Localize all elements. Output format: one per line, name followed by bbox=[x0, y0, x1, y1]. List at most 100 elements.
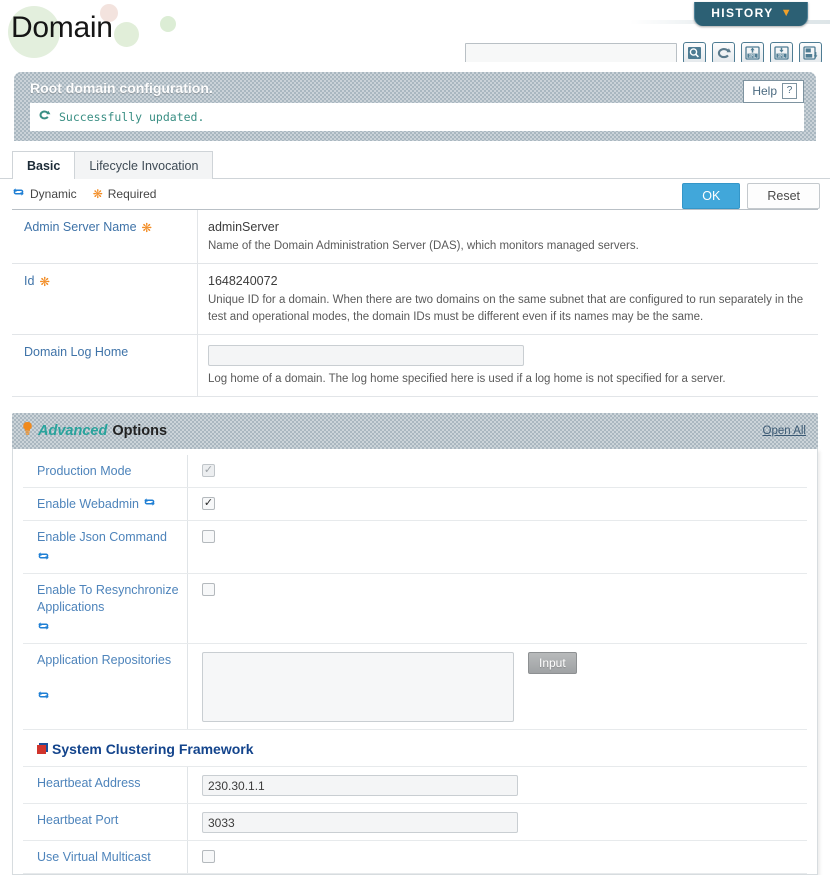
form-row-domain-log-home: Domain Log Home Log home of a domain. Th… bbox=[12, 334, 818, 398]
advanced-row-use-virtual-multicast: Use Virtual Multicast bbox=[23, 841, 807, 874]
advanced-label-text: Production Mode bbox=[37, 464, 132, 479]
chevron-down-icon: ▼ bbox=[780, 6, 793, 19]
form-actions: OK Reset bbox=[682, 183, 820, 209]
heartbeat-address-input[interactable] bbox=[202, 775, 518, 797]
advanced-label-heartbeat-port: Heartbeat Port bbox=[23, 804, 188, 841]
heartbeat-port-input[interactable] bbox=[202, 812, 518, 834]
dynamic-refresh-icon bbox=[37, 550, 50, 566]
form-label-admin-server-name: Admin Server Name ❋ bbox=[12, 210, 198, 264]
advanced-options-text: Options bbox=[112, 422, 168, 439]
open-all-link[interactable]: Open All bbox=[763, 425, 806, 437]
search-icon[interactable] bbox=[683, 42, 706, 62]
advanced-value-enable-webadmin: ✓ bbox=[188, 488, 807, 520]
advanced-row-heartbeat-address: Heartbeat Address bbox=[23, 767, 807, 805]
reset-button[interactable]: Reset bbox=[747, 183, 820, 209]
advanced-label-application-repositories: Application Repositories bbox=[23, 644, 188, 730]
export-icon[interactable] bbox=[799, 42, 822, 62]
form-description: Name of the Domain Administration Server… bbox=[208, 240, 639, 252]
legend-required-label: Required bbox=[107, 186, 157, 201]
tab-basic[interactable]: Basic bbox=[12, 151, 76, 180]
advanced-row-production-mode: Production Mode ✓ bbox=[23, 455, 807, 489]
tab-bar: Basic Lifecycle Invocation bbox=[12, 151, 830, 180]
form-value-text: 1648240072 bbox=[208, 274, 278, 289]
search-toolbar: XML XML bbox=[465, 42, 822, 62]
advanced-options-header: Advanced Options Open All bbox=[12, 413, 818, 449]
form-value-admin-server-name: adminServer Name of the Domain Administr… bbox=[198, 210, 818, 263]
history-button[interactable]: HISTORY ▼ bbox=[694, 2, 808, 26]
message-panel: Root domain configuration. Help ? Succes… bbox=[14, 72, 816, 141]
advanced-label-text: Application Repositories bbox=[37, 653, 172, 668]
advanced-value-heartbeat-port bbox=[188, 804, 807, 840]
domain-log-home-input[interactable] bbox=[208, 344, 524, 366]
advanced-value-use-virtual-multicast bbox=[188, 841, 807, 873]
advanced-options-panel: Advanced Options Open All Production Mod… bbox=[12, 413, 818, 875]
advanced-label-enable-webadmin: Enable Webadmin bbox=[23, 488, 188, 521]
form-label-text: Domain Log Home bbox=[24, 344, 129, 359]
advanced-value-application-repositories: Input bbox=[188, 644, 807, 729]
advanced-emphasis-text: Advanced bbox=[38, 422, 108, 439]
form-row-admin-server-name: Admin Server Name ❋ adminServer Name of … bbox=[12, 210, 818, 265]
enable-webadmin-checkbox[interactable]: ✓ bbox=[202, 497, 215, 511]
reload-icon[interactable] bbox=[712, 42, 735, 62]
legend-required: ❋ Required bbox=[93, 187, 157, 201]
tab-basic-label: Basic bbox=[27, 159, 61, 173]
svg-text:XML: XML bbox=[778, 53, 786, 58]
advanced-label-enable-to-resynchronize-applications: Enable To Resynchronize Applications bbox=[23, 574, 188, 644]
advanced-row-enable-webadmin: Enable Webadmin ✓ bbox=[23, 488, 807, 522]
message-panel-title: Root domain configuration. bbox=[30, 80, 213, 96]
enable-json-command-checkbox[interactable] bbox=[202, 530, 215, 544]
page-header: Domain HISTORY ▼ XML XML bbox=[0, 0, 830, 62]
ok-button[interactable]: OK bbox=[682, 183, 741, 209]
tab-lifecycle-invocation-label: Lifecycle Invocation bbox=[89, 159, 199, 173]
advanced-value-enable-to-resynchronize-applications bbox=[188, 574, 807, 643]
advanced-label-text: Heartbeat Address bbox=[37, 776, 141, 791]
advanced-row-enable-to-resynchronize-applications: Enable To Resynchronize Applications bbox=[23, 574, 807, 645]
history-button-label: HISTORY bbox=[711, 6, 774, 20]
refresh-icon bbox=[38, 109, 51, 125]
dynamic-refresh-icon bbox=[143, 496, 156, 512]
tab-lifecycle-invocation[interactable]: Lifecycle Invocation bbox=[74, 151, 214, 179]
form-label-text: Admin Server Name bbox=[24, 220, 137, 234]
xml-upload-icon[interactable]: XML bbox=[741, 42, 764, 62]
application-repositories-textarea[interactable] bbox=[202, 652, 514, 723]
legend-dynamic: Dynamic bbox=[12, 186, 77, 201]
enable-to-resynchronize-applications-checkbox[interactable] bbox=[202, 583, 215, 597]
input-button[interactable]: Input bbox=[528, 652, 577, 675]
page-title: Domain bbox=[11, 11, 113, 44]
form-value-domain-log-home: Log home of a domain. The log home speci… bbox=[198, 335, 818, 396]
advanced-label-enable-json-command: Enable Json Command bbox=[23, 521, 188, 574]
advanced-label-text: Enable Webadmin bbox=[37, 497, 139, 512]
status-message: Successfully updated. bbox=[30, 103, 804, 131]
advanced-label-text: Enable Json Command bbox=[37, 530, 167, 545]
decorative-circle-small bbox=[160, 16, 176, 32]
svg-text:XML: XML bbox=[749, 53, 757, 58]
dynamic-refresh-icon bbox=[12, 186, 25, 201]
help-button-label: Help bbox=[752, 84, 777, 98]
section-header-text: System Clustering Framework bbox=[52, 741, 254, 758]
required-asterisk-icon: ❋ bbox=[39, 275, 50, 290]
form-description: Log home of a domain. The log home speci… bbox=[208, 372, 726, 385]
status-message-text: Successfully updated. bbox=[59, 110, 205, 124]
legend-dynamic-label: Dynamic bbox=[30, 186, 77, 201]
question-icon: ? bbox=[782, 83, 797, 99]
cluster-icon bbox=[37, 744, 46, 754]
form-value-text: adminServer bbox=[208, 220, 279, 234]
form-value-id: 1648240072 Unique ID for a domain. When … bbox=[198, 264, 818, 334]
advanced-value-production-mode: ✓ bbox=[188, 455, 807, 487]
advanced-label-text: Use Virtual Multicast bbox=[37, 850, 151, 865]
form-label-id: Id ❋ bbox=[12, 264, 198, 334]
form-label-domain-log-home: Domain Log Home bbox=[12, 334, 198, 397]
form-label-text: Id bbox=[24, 274, 35, 289]
lightbulb-icon bbox=[22, 421, 33, 440]
advanced-label-production-mode: Production Mode bbox=[23, 455, 188, 488]
basic-form: Admin Server Name ❋ adminServer Name of … bbox=[12, 209, 818, 398]
required-asterisk-icon: ❋ bbox=[141, 221, 153, 235]
use-virtual-multicast-checkbox[interactable] bbox=[202, 850, 215, 864]
search-input[interactable] bbox=[465, 43, 677, 62]
help-button[interactable]: Help ? bbox=[743, 80, 804, 103]
dynamic-refresh-icon bbox=[37, 620, 50, 636]
advanced-value-heartbeat-address bbox=[188, 767, 807, 803]
advanced-row-enable-json-command: Enable Json Command bbox=[23, 521, 807, 575]
xml-download-icon[interactable]: XML bbox=[770, 42, 793, 62]
required-asterisk-icon: ❋ bbox=[92, 186, 103, 201]
